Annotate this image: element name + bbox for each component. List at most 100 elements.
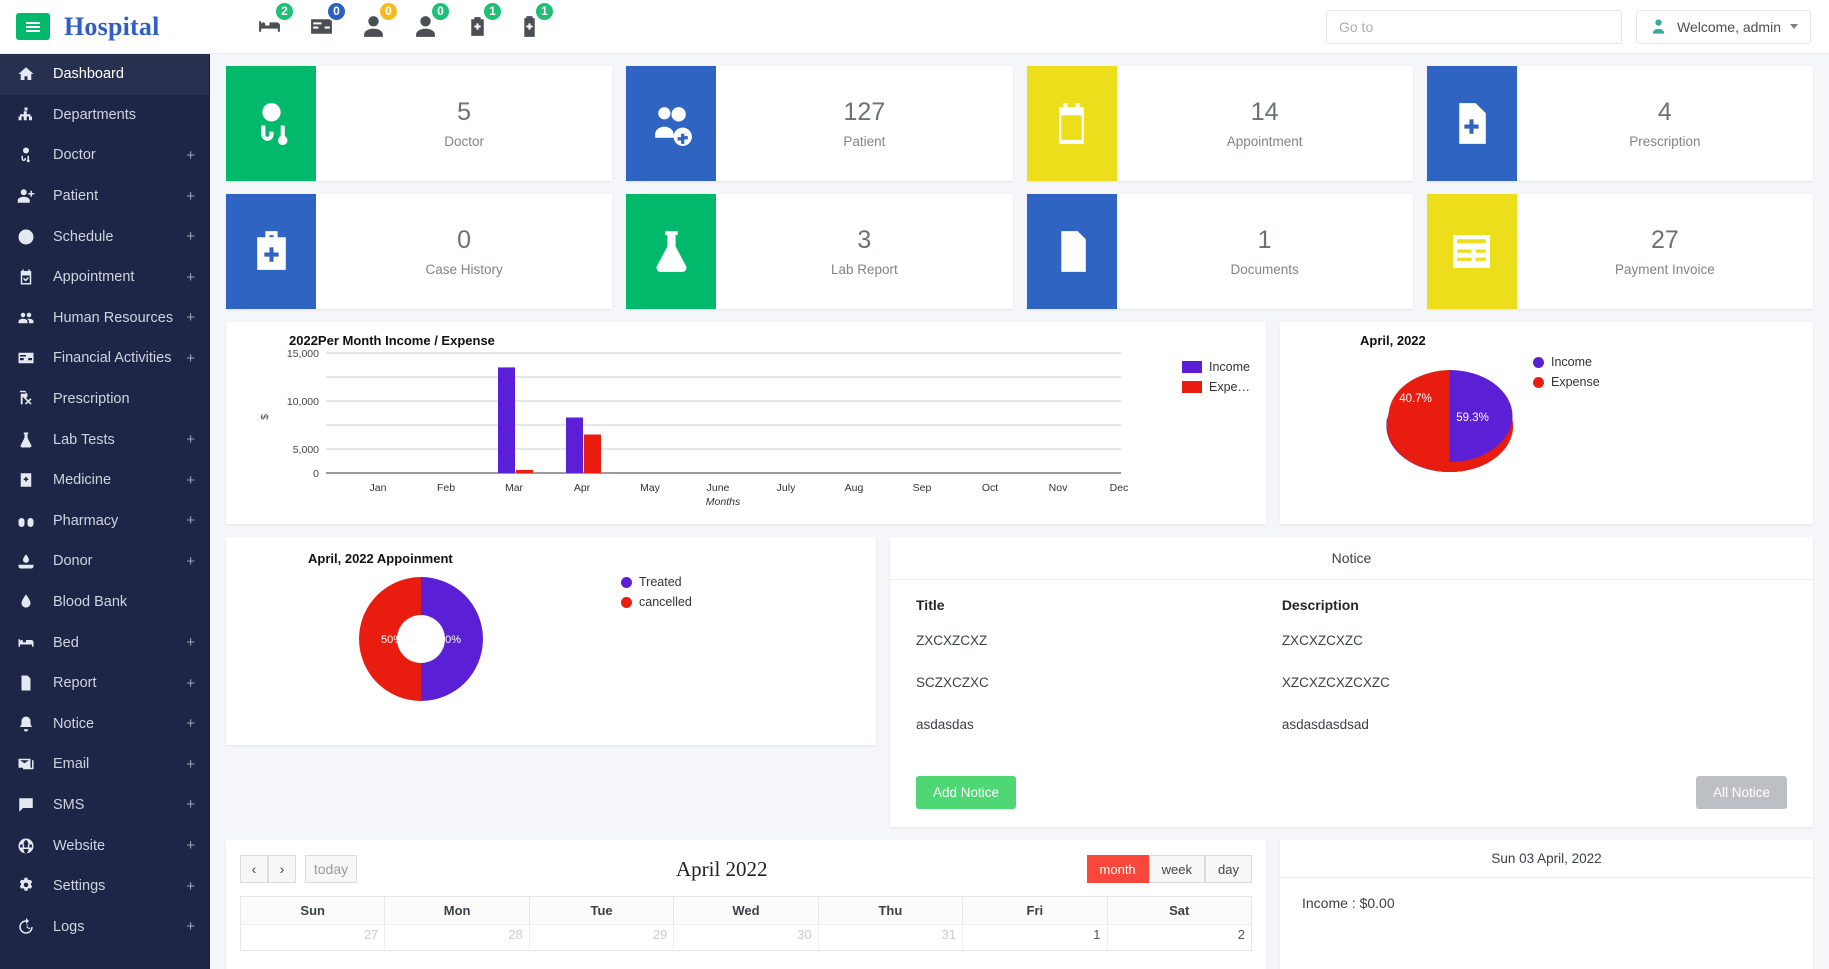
sidebar-item-blood-bank[interactable]: Blood Bank [0, 582, 209, 623]
user-icon[interactable]: 0 [356, 0, 399, 44]
legend-dot [621, 576, 632, 588]
expand-icon[interactable]: + [186, 797, 195, 812]
credit-card-icon [17, 349, 43, 367]
sidebar-item-website[interactable]: Website + [0, 825, 209, 866]
sidebar-item-label: Report [53, 675, 97, 692]
sidebar-item-bed[interactable]: Bed + [0, 622, 209, 663]
sidebar-item-notice[interactable]: Notice + [0, 704, 209, 745]
table-header-row: Title Description [916, 597, 1787, 633]
sidebar-item-medicine[interactable]: Medicine + [0, 460, 209, 501]
calendar-day-cell[interactable]: 30 [674, 924, 819, 950]
notice-title: ZXCXZCXZ [916, 633, 988, 648]
stat-card-appointment[interactable]: 14 Appointment [1026, 66, 1413, 181]
expand-icon[interactable]: + [186, 879, 195, 894]
expand-icon[interactable]: + [186, 554, 195, 569]
sidebar-item-label: Departments [53, 106, 137, 123]
stat-body: 1 Documents [1117, 194, 1413, 309]
bed-icon[interactable]: 2 [252, 0, 295, 44]
expand-icon[interactable]: + [186, 473, 195, 488]
add-notice-button[interactable]: Add Notice [916, 776, 1017, 809]
sidebar-item-prescription[interactable]: Prescription [0, 379, 209, 420]
card-icon[interactable]: 0 [304, 0, 347, 44]
stat-label: Documents [1230, 262, 1299, 277]
calendar-day-cell[interactable]: 1 [963, 924, 1108, 950]
legend-item-cancelled: cancelled [621, 595, 692, 609]
sidebar-item-dashboard[interactable]: Dashboard [0, 54, 209, 95]
sidebar-item-logs[interactable]: Logs + [0, 906, 209, 947]
user-alt-icon[interactable]: 0 [408, 0, 451, 44]
sidebar-item-lab-tests[interactable]: Lab Tests + [0, 419, 209, 460]
expand-icon[interactable]: + [186, 432, 195, 447]
legend-dot [621, 596, 632, 608]
sidebar-item-departments[interactable]: Departments [0, 95, 209, 136]
calendar-day-cell[interactable]: 31 [818, 924, 964, 950]
pie-chart-legend: Income Expense [1533, 355, 1600, 389]
calendar-today-button[interactable]: today [305, 855, 357, 883]
clipboard-plus-icon[interactable]: 1 [512, 0, 555, 44]
stat-card-payment-invoice[interactable]: 27 Payment Invoice [1426, 194, 1813, 309]
calendar-icon [1026, 66, 1117, 181]
sidebar-item-report[interactable]: Report + [0, 663, 209, 704]
expand-icon[interactable]: + [186, 676, 195, 691]
sidebar-item-sms[interactable]: SMS + [0, 785, 209, 826]
legend-label: Treated [639, 575, 682, 589]
table-row[interactable]: asdasdas asdasdasdsad [916, 717, 1787, 759]
medkit-icon[interactable]: 1 [460, 0, 503, 44]
calendar-view-week[interactable]: week [1148, 855, 1206, 883]
expand-icon[interactable]: + [186, 310, 195, 325]
table-row[interactable]: ZXCXZCXZ ZXCXZCXZC [916, 633, 1787, 675]
all-notice-button[interactable]: All Notice [1695, 776, 1787, 809]
sidebar-item-donor[interactable]: Donor + [0, 541, 209, 582]
calendar-day-cell[interactable]: 27 [241, 924, 386, 950]
pie-chart-canvas: 59.3% 40.7% [1386, 370, 1514, 472]
svg-text:0: 0 [313, 468, 319, 480]
stat-body: 14 Appointment [1117, 66, 1413, 181]
calendar-day-cell[interactable]: 2 [1107, 924, 1251, 950]
expand-icon[interactable]: + [186, 229, 195, 244]
stat-label: Payment Invoice [1614, 262, 1715, 277]
user-menu[interactable]: Welcome, admin [1635, 9, 1811, 44]
expand-icon[interactable]: + [186, 148, 195, 163]
sidebar-item-email[interactable]: Email + [0, 744, 209, 785]
stat-card-patient[interactable]: 127 Patient [626, 66, 1013, 181]
calendar-day-cell[interactable]: 29 [529, 924, 675, 950]
sidebar-item-settings[interactable]: Settings + [0, 866, 209, 907]
stat-card-case-history[interactable]: 0 Case History [226, 194, 613, 309]
sidebar-item-patient[interactable]: Patient + [0, 176, 209, 217]
legend-label: Income [1209, 360, 1250, 374]
sidebar-item-doctor[interactable]: Doctor + [0, 135, 209, 176]
sidebar-item-pharmacy[interactable]: Pharmacy + [0, 501, 209, 542]
expand-icon[interactable]: + [186, 919, 195, 934]
hamburger-icon[interactable] [16, 13, 50, 40]
stat-card-documents[interactable]: 1 Documents [1026, 194, 1413, 309]
badge-count: 1 [482, 0, 503, 22]
svg-text:June: June [707, 482, 730, 494]
expand-icon[interactable]: + [186, 513, 195, 528]
badge-count: 0 [326, 0, 347, 22]
stat-card-lab-report[interactable]: 3 Lab Report [626, 194, 1013, 309]
sidebar-item-financial-activities[interactable]: Financial Activities + [0, 338, 209, 379]
expand-icon[interactable]: + [186, 838, 195, 853]
expand-icon[interactable]: + [186, 757, 195, 772]
expand-icon[interactable]: + [186, 351, 195, 366]
search-input[interactable] [1325, 9, 1622, 44]
sidebar-item-appointment[interactable]: Appointment + [0, 257, 209, 298]
expand-icon[interactable]: + [186, 270, 195, 285]
stat-card-prescription[interactable]: 4 Prescription [1426, 66, 1813, 181]
sidebar-item-human-resources[interactable]: Human Resources + [0, 298, 209, 339]
expand-icon[interactable]: + [186, 635, 195, 650]
calendar-next-button[interactable]: › [268, 855, 296, 883]
expand-icon[interactable]: + [186, 189, 195, 204]
svg-text:Nov: Nov [1049, 482, 1068, 494]
pills-icon [17, 512, 43, 530]
table-row[interactable]: SCZXCZXC XZCXZCXZCXZC [916, 675, 1787, 717]
sidebar-item-schedule[interactable]: Schedule + [0, 216, 209, 257]
calendar-day-cell[interactable]: 28 [385, 924, 530, 950]
calendar-view-month[interactable]: month [1086, 855, 1149, 883]
calendar-view-day[interactable]: day [1205, 855, 1252, 883]
legend-swatch [1182, 361, 1202, 373]
legend-dot [1533, 356, 1544, 368]
expand-icon[interactable]: + [186, 716, 195, 731]
calendar-prev-button[interactable]: ‹ [240, 855, 268, 883]
stat-card-doctor[interactable]: 5 Doctor [226, 66, 613, 181]
